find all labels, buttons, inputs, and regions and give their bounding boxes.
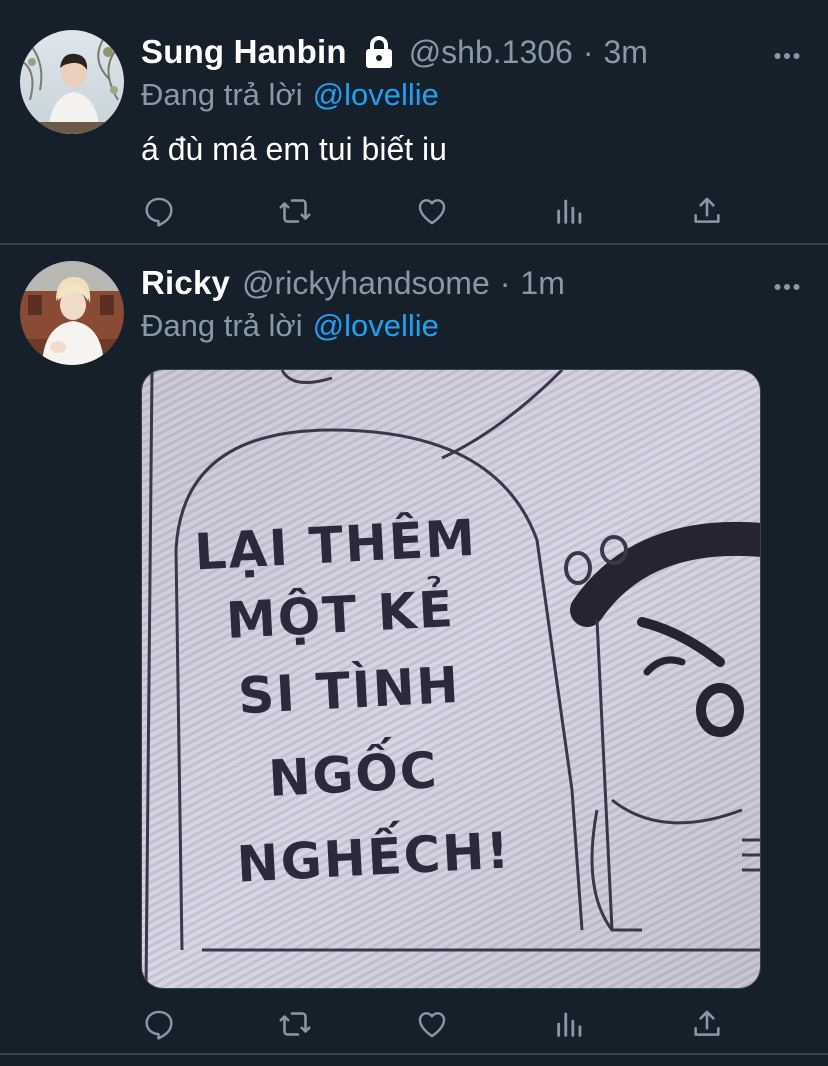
timestamp[interactable]: 3m — [604, 34, 648, 71]
more-icon[interactable] — [774, 47, 800, 59]
like-icon[interactable] — [414, 1006, 450, 1042]
tweet[interactable]: Sung Hanbin @shb.1306 · 3m Đang trả lời @… — [0, 0, 828, 243]
tweet-actions — [141, 193, 741, 229]
tweet-text: á đù má em tui biết iu — [141, 131, 447, 167]
display-name[interactable]: Sung Hanbin — [141, 33, 347, 71]
avatar[interactable] — [20, 261, 124, 365]
replying-to-label: Đang trả lời — [141, 308, 303, 343]
reply-icon[interactable] — [141, 1006, 177, 1042]
like-icon[interactable] — [414, 193, 450, 229]
handle[interactable]: @shb.1306 — [409, 34, 573, 71]
replying-to: Đang trả lời @lovellie — [141, 308, 439, 344]
tweet-actions — [141, 1006, 741, 1042]
analytics-icon[interactable] — [552, 193, 588, 229]
separator-dot: · — [499, 264, 511, 301]
analytics-icon[interactable] — [552, 1006, 588, 1042]
more-icon[interactable] — [774, 278, 800, 290]
tweet-header: Sung Hanbin @shb.1306 · 3m — [141, 31, 648, 73]
share-icon[interactable] — [689, 1006, 725, 1042]
avatar[interactable] — [20, 30, 124, 134]
display-name[interactable]: Ricky — [141, 264, 230, 302]
mention-link[interactable]: @lovellie — [313, 77, 439, 112]
tweet-divider — [0, 1053, 828, 1055]
retweet-icon[interactable] — [277, 1006, 313, 1042]
tweet-media-image[interactable]: LẠI THÊM MỘT KẺ SI TÌNH NGỐC NGHẾCH! — [141, 369, 761, 989]
retweet-icon[interactable] — [277, 193, 313, 229]
separator-dot: · — [582, 33, 594, 70]
replying-to-label: Đang trả lời — [141, 77, 303, 112]
replying-to: Đang trả lời @lovellie — [141, 77, 439, 113]
lock-icon — [363, 35, 395, 69]
share-icon[interactable] — [689, 193, 725, 229]
reply-icon[interactable] — [141, 193, 177, 229]
tweet-header: Ricky @rickyhandsome · 1m — [141, 262, 565, 304]
timestamp[interactable]: 1m — [520, 265, 564, 302]
comic-text-line: SI TÌNH — [237, 655, 462, 726]
handle[interactable]: @rickyhandsome — [242, 265, 490, 302]
tweet[interactable]: Ricky @rickyhandsome · 1m Đang trả lời @l… — [0, 245, 828, 1053]
mention-link[interactable]: @lovellie — [313, 308, 439, 343]
